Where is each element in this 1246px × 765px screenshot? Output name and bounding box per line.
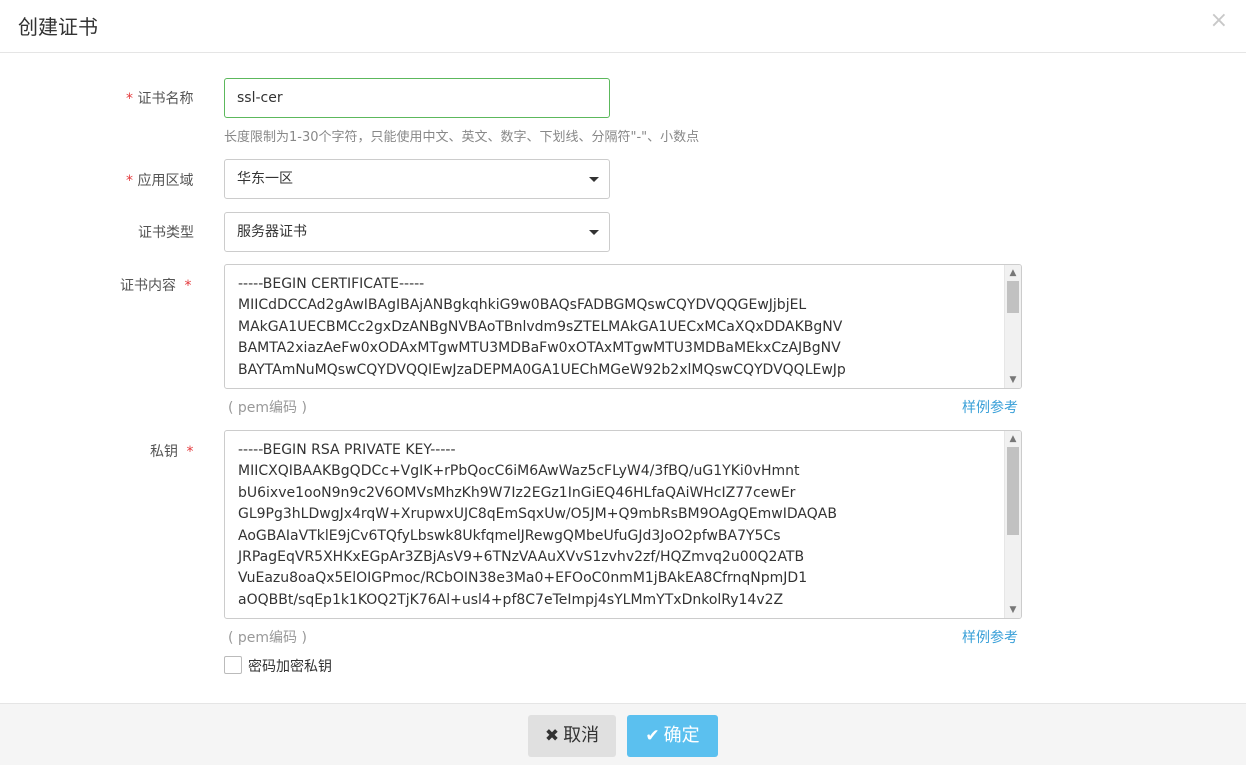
cancel-label: 取消 — [563, 725, 600, 746]
dialog-footer: ✖ 取消 ✔ 确定 — [0, 703, 1246, 765]
private-key-textarea[interactable]: -----BEGIN RSA PRIVATE KEY----- MIICXQIBA… — [224, 430, 1022, 619]
text-line: JRPagEqVR5XHKxEGpAr3ZBjAsV9+6TNzVAAuXVvS… — [238, 549, 805, 566]
encrypt-key-label: 密码加密私钥 — [248, 659, 332, 675]
text-line: GL9Pg3hLDwgJx4rqW+XrupwxUJC8qEmSqxUw/O5J… — [238, 506, 837, 523]
cert-content-text: -----BEGIN CERTIFICATE----- MIICdDCCAd2gA… — [238, 274, 1001, 381]
cert-name-label-text: 证书名称 — [137, 91, 194, 107]
scroll-down-icon[interactable]: ▼ — [1005, 372, 1021, 388]
private-key-text: -----BEGIN RSA PRIVATE KEY----- MIICXQIBA… — [238, 440, 1001, 611]
text-line: BAYTAmNuMQswCQYDVQQIEwJzaDEPMA0GA1UEChMG… — [238, 361, 846, 378]
cert-content-textarea[interactable]: -----BEGIN CERTIFICATE----- MIICdDCCAd2gA… — [224, 264, 1022, 389]
close-icon: ✖ — [544, 726, 560, 746]
scroll-down-icon[interactable]: ▼ — [1005, 602, 1021, 618]
cert-name-value: ssl-cer — [237, 90, 283, 106]
dialog-title: 创建证书 — [18, 15, 98, 39]
text-line: BAMTA2xiazAeFw0xODAxMTgwMTU3MDBaFw0xOTAx… — [238, 340, 841, 357]
cert-type-value: 服务器证书 — [237, 224, 307, 240]
region-value: 华东一区 — [237, 171, 293, 187]
caret-down-icon — [589, 177, 599, 182]
private-key-label-text: 私钥 — [150, 444, 178, 460]
cert-name-input[interactable]: ssl-cer — [224, 78, 610, 118]
required-mark: * — [186, 444, 194, 460]
required-mark: * — [126, 91, 133, 107]
confirm-label: 确定 — [663, 725, 700, 746]
check-icon: ✔ — [645, 726, 660, 746]
text-line: -----BEGIN RSA PRIVATE KEY----- — [238, 442, 456, 458]
cancel-button[interactable]: ✖ 取消 — [528, 715, 616, 757]
scroll-thumb[interactable] — [1007, 281, 1019, 313]
confirm-button[interactable]: ✔ 确定 — [627, 715, 718, 757]
scroll-thumb[interactable] — [1007, 447, 1019, 535]
cert-content-note: ( pem编码 ) — [228, 400, 307, 416]
close-icon[interactable]: × — [1210, 8, 1228, 34]
scroll-up-icon[interactable]: ▲ — [1005, 265, 1021, 281]
text-line: AoGBAIaVTklE9jCv6TQfyLbswk8UkfqmelJRewgQ… — [238, 527, 781, 544]
text-line: MAkGA1UECBMCc2gxDzANBgNVBAoTBnlvdm9sZTEL… — [238, 318, 843, 335]
cert-example-link[interactable]: 样例参考 — [962, 397, 1018, 417]
region-select[interactable]: 华东一区 — [224, 159, 610, 199]
cert-type-select[interactable]: 服务器证书 — [224, 212, 610, 252]
cert-name-help: 长度限制为1-30个字符，只能使用中文、英文、数字、下划线、分隔符"-"、小数点 — [224, 130, 700, 145]
private-key-note: ( pem编码 ) — [228, 630, 307, 646]
encrypt-key-checkbox[interactable] — [224, 656, 242, 674]
caret-down-icon — [589, 230, 599, 235]
required-mark: * — [126, 173, 133, 189]
cert-content-scrollbar[interactable]: ▲ ▼ — [1004, 265, 1021, 388]
cert-content-label: 证书内容 * — [120, 275, 191, 295]
cert-content-label-text: 证书内容 — [120, 278, 176, 294]
text-line: VuEazu8oaQx5ElOIGPmoc/RCbOIN38e3Ma0+EFOo… — [238, 570, 808, 587]
scroll-up-icon[interactable]: ▲ — [1005, 431, 1021, 447]
required-mark: * — [184, 278, 192, 294]
private-key-label: 私钥 * — [150, 441, 193, 461]
text-line: aOQBBt/sqEp1k1KOQ2TjK76Al+usl4+pf8C7eTeI… — [238, 591, 784, 608]
text-line: MIICXQIBAAKBgQDCc+VgIK+rPbQocC6iM6AwWaz5… — [238, 463, 800, 480]
region-label-text: 应用区域 — [137, 173, 194, 189]
region-label: * 应用区域 — [126, 170, 193, 190]
cert-type-label: 证书类型 — [138, 225, 194, 241]
private-key-scrollbar[interactable]: ▲ ▼ — [1004, 431, 1021, 618]
text-line: -----BEGIN CERTIFICATE----- — [238, 276, 425, 292]
cert-name-label: * 证书名称 — [126, 88, 193, 108]
dialog-header: 创建证书 × — [0, 0, 1246, 53]
private-key-example-link[interactable]: 样例参考 — [962, 627, 1018, 647]
text-line: bU6ixve1ooN9n9c2V6OMVsMhzKh9W7Iz2EGz1InG… — [238, 484, 796, 501]
text-line: MIICdDCCAd2gAwIBAgIBAjANBgkqhkiG9w0BAQsF… — [238, 297, 807, 314]
